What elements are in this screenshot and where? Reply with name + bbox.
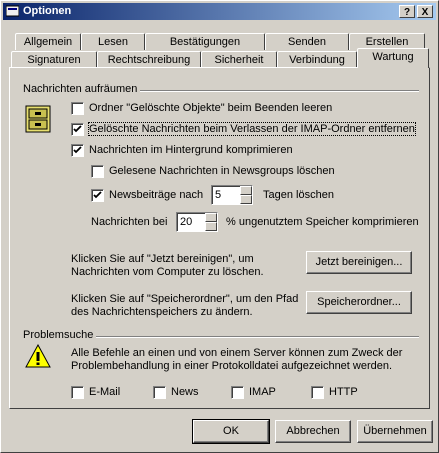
ok-button[interactable]: OK — [192, 419, 270, 444]
days-value: 5 — [215, 189, 222, 201]
compact-value: 20 — [180, 216, 193, 228]
label-log-http: HTTP — [329, 386, 358, 398]
label-delete-read-news: Gelesene Nachrichten in Newsgroups lösch… — [109, 165, 335, 177]
checkbox-log-news[interactable] — [153, 386, 166, 399]
label-delete-news-prefix: Newsbeiträge nach — [109, 189, 204, 201]
checkbox-log-email[interactable] — [71, 386, 84, 399]
label-purge-imap: Gelöschte Nachrichten beim Verlassen der… — [88, 122, 416, 136]
label-compact-bg: Nachrichten im Hintergrund komprimieren — [89, 144, 293, 156]
days-spinner[interactable]: 5 — [211, 185, 253, 205]
store-folder-button[interactable]: Speicherordner... — [306, 291, 412, 314]
cabinet-icon — [25, 105, 51, 133]
cleanup-text-2: Nachrichten vom Computer zu löschen. — [71, 266, 264, 278]
tab-allgemein[interactable]: Allgemein — [15, 33, 81, 50]
apply-button[interactable]: Übernehmen — [357, 420, 433, 443]
store-text-2: des Nachrichtenspeichers zu ändern. — [71, 306, 253, 318]
group-title-trouble: Problemsuche — [23, 329, 97, 341]
label-delete-news-suffix: Tagen löschen — [263, 189, 334, 201]
spin-down-icon[interactable] — [205, 222, 217, 231]
spin-down-icon[interactable] — [240, 195, 252, 204]
store-text-1: Klicken Sie auf "Speicherordner", um den… — [71, 293, 299, 305]
spin-up-icon[interactable] — [240, 186, 252, 195]
label-empty-deleted: Ordner "Gelöschte Objekte" beim Beenden … — [89, 102, 333, 114]
label-log-imap: IMAP — [249, 386, 276, 398]
app-icon — [6, 5, 19, 17]
checkbox-compact-bg[interactable] — [71, 144, 84, 157]
spin-up-icon[interactable] — [205, 213, 217, 222]
help-button[interactable]: ? — [399, 5, 415, 18]
label-compact-suffix: % ungenutztem Speicher komprimieren — [226, 216, 419, 228]
checkbox-log-http[interactable] — [311, 386, 324, 399]
tab-wartung[interactable]: Wartung — [357, 48, 429, 68]
checkbox-delete-news-after[interactable] — [91, 189, 104, 202]
tab-lesen[interactable]: Lesen — [81, 33, 145, 50]
checkbox-delete-read-news[interactable] — [91, 165, 104, 178]
label-log-email: E-Mail — [89, 386, 121, 398]
warning-icon — [25, 344, 51, 368]
checkbox-log-imap[interactable] — [231, 386, 244, 399]
checkbox-empty-deleted[interactable] — [71, 102, 84, 115]
check-icon — [73, 125, 82, 133]
trouble-text-1: Alle Befehle an einen und von einem Serv… — [71, 347, 403, 359]
checkbox-purge-imap[interactable] — [71, 123, 84, 136]
trouble-text-2: Problembehandlung in einer Protokolldate… — [71, 360, 393, 372]
check-icon — [93, 191, 102, 199]
group-title-cleanup: Nachrichten aufräumen — [23, 83, 141, 95]
compact-spinner[interactable]: 20 — [176, 212, 218, 232]
tab-signaturen[interactable]: Signaturen — [11, 51, 97, 68]
cleanup-text-1: Klicken Sie auf "Jetzt bereinigen", um — [71, 253, 254, 265]
window-title: Optionen — [23, 5, 72, 17]
tab-verbindung[interactable]: Verbindung — [277, 51, 357, 68]
tab-senden[interactable]: Senden — [265, 33, 349, 50]
label-log-news: News — [171, 386, 199, 398]
cleanup-now-button[interactable]: Jetzt bereinigen... — [306, 251, 412, 274]
tab-sicherheit[interactable]: Sicherheit — [201, 51, 277, 68]
tab-bestaetigungen[interactable]: Bestätigungen — [145, 33, 265, 50]
label-compact-prefix: Nachrichten bei — [91, 216, 168, 228]
tab-rechtschreibung[interactable]: Rechtschreibung — [97, 51, 201, 68]
check-icon — [73, 146, 82, 154]
cancel-button[interactable]: Abbrechen — [275, 420, 351, 443]
close-button[interactable]: X — [417, 5, 433, 18]
options-dialog: Optionen ? X Allgemein Lesen Bestätigung… — [0, 0, 439, 453]
title-bar: Optionen ? X — [3, 3, 436, 20]
